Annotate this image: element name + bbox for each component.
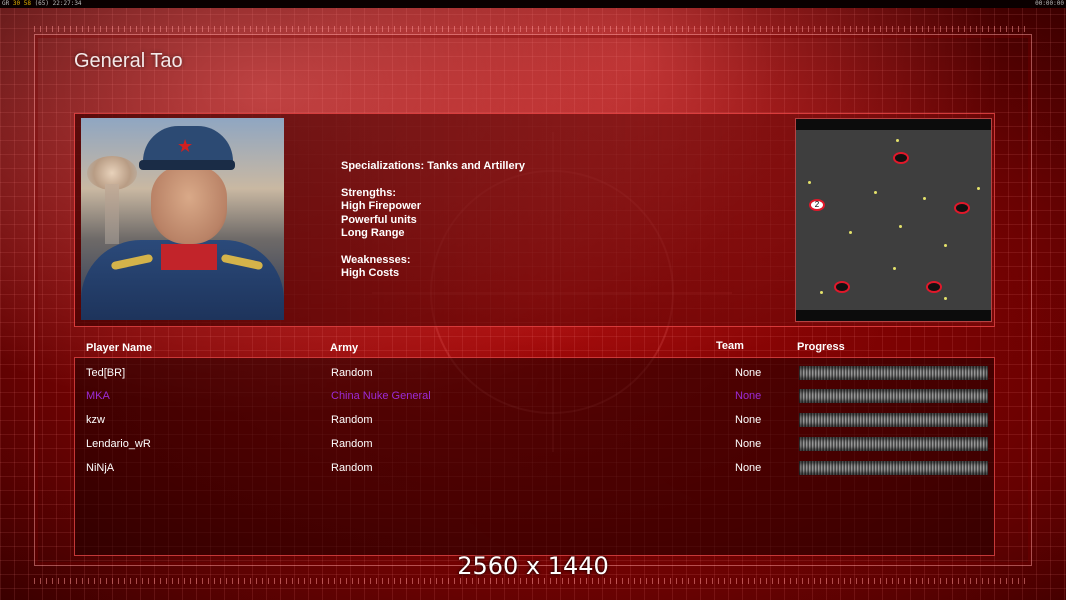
player-team[interactable]: None bbox=[735, 390, 761, 402]
player-table: Ted[BR] Random None MKA China Nuke Gener… bbox=[74, 357, 995, 556]
start-position-marker[interactable] bbox=[834, 281, 850, 293]
loading-progress-bar bbox=[799, 437, 988, 451]
strengths-heading: Strengths: bbox=[341, 186, 396, 199]
general-info-panel: ★ Specializations: Tanks and Artillery S… bbox=[74, 113, 995, 327]
player-name: Ted[BR] bbox=[86, 367, 126, 379]
player-team[interactable]: None bbox=[735, 462, 761, 474]
supply-dot bbox=[944, 297, 947, 300]
player-name: NiNjA bbox=[86, 462, 115, 474]
mushroom-cloud-stem bbox=[105, 184, 119, 244]
weaknesses-heading: Weaknesses: bbox=[341, 253, 411, 266]
collar bbox=[161, 244, 217, 270]
header-progress: Progress bbox=[797, 341, 845, 353]
status-timer: 00:00:00 bbox=[1035, 0, 1064, 7]
player-army[interactable]: China Nuke General bbox=[331, 390, 431, 402]
status-time: 22:27:34 bbox=[52, 0, 82, 7]
supply-dot bbox=[874, 191, 877, 194]
table-row[interactable]: Ted[BR] Random None bbox=[75, 364, 994, 384]
strength-item: High Firepower bbox=[341, 200, 422, 212]
player-name: kzw bbox=[86, 414, 105, 426]
red-star-icon: ★ bbox=[177, 136, 194, 156]
player-army[interactable]: Random bbox=[331, 462, 373, 474]
supply-dot bbox=[923, 197, 926, 200]
general-description: Specializations: Tanks and Artillery Str… bbox=[341, 160, 525, 281]
general-title: General Tao bbox=[74, 50, 183, 72]
face bbox=[151, 166, 227, 244]
frame-ticks-top bbox=[34, 26, 1030, 32]
player-team[interactable]: None bbox=[735, 367, 761, 379]
start-position-marker-taken[interactable]: 2 bbox=[809, 199, 825, 211]
start-position-marker[interactable] bbox=[954, 202, 970, 214]
status-value-a: 30 bbox=[12, 0, 21, 7]
supply-dot bbox=[893, 267, 896, 270]
status-left: GR 30 58 (65) 22:27:34 bbox=[2, 0, 82, 8]
player-army[interactable]: Random bbox=[331, 414, 373, 426]
table-row[interactable]: NiNjA Random None bbox=[75, 459, 994, 479]
table-row[interactable]: MKA China Nuke General None bbox=[75, 387, 994, 407]
header-player-name: Player Name bbox=[86, 342, 153, 354]
cap-visor bbox=[139, 160, 235, 170]
player-name: Lendario_wR bbox=[86, 438, 151, 450]
weakness-item: High Costs bbox=[341, 267, 400, 279]
header-army: Army bbox=[330, 342, 359, 354]
supply-dot bbox=[808, 181, 811, 184]
supply-dot bbox=[849, 231, 852, 234]
resolution-overlay: 2560 x 1440 bbox=[457, 552, 609, 580]
start-position-marker[interactable] bbox=[926, 281, 942, 293]
supply-dot bbox=[899, 225, 902, 228]
header-team: Team bbox=[716, 340, 744, 352]
player-team[interactable]: None bbox=[735, 438, 761, 450]
table-row[interactable]: kzw Random None bbox=[75, 411, 994, 431]
supply-dot bbox=[977, 187, 980, 190]
supply-dot bbox=[944, 244, 947, 247]
supply-dot bbox=[896, 139, 899, 142]
minimap[interactable]: 2 bbox=[795, 118, 992, 322]
general-portrait: ★ bbox=[81, 118, 284, 320]
strength-item: Long Range bbox=[341, 227, 405, 239]
status-value-b: 58 bbox=[23, 0, 31, 7]
player-team[interactable]: None bbox=[735, 414, 761, 426]
player-army[interactable]: Random bbox=[331, 438, 373, 450]
loading-progress-bar bbox=[799, 389, 988, 403]
supply-dot bbox=[820, 291, 823, 294]
loading-progress-bar bbox=[799, 413, 988, 427]
loading-progress-bar bbox=[799, 461, 988, 475]
strength-item: Powerful units bbox=[341, 213, 417, 226]
status-value-c: (65) bbox=[34, 0, 50, 7]
specializations-text: Specializations: Tanks and Artillery bbox=[341, 160, 525, 172]
status-prefix: GR bbox=[2, 0, 13, 7]
status-strip: GR 30 58 (65) 22:27:34 00:00:00 bbox=[0, 0, 1066, 8]
start-position-marker[interactable] bbox=[893, 152, 909, 164]
player-army[interactable]: Random bbox=[331, 367, 373, 379]
player-name: MKA bbox=[86, 390, 110, 402]
loading-progress-bar bbox=[799, 366, 988, 380]
table-row[interactable]: Lendario_wR Random None bbox=[75, 435, 994, 455]
